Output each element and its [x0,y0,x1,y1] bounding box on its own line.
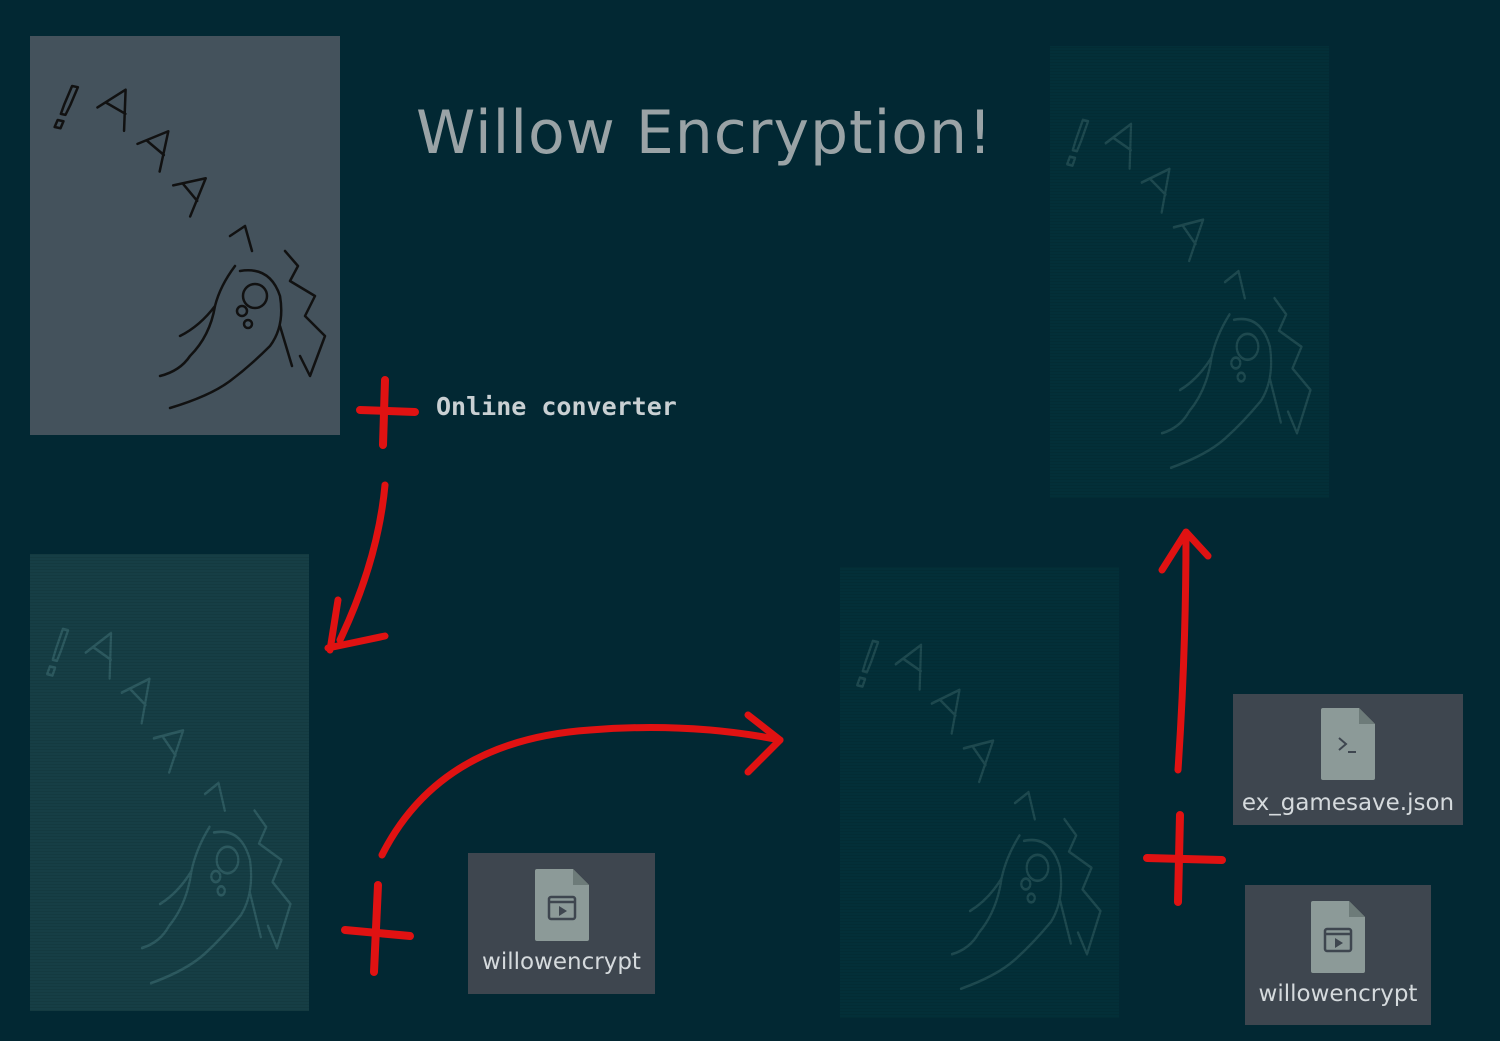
page-title: Willow Encryption! [416,98,994,168]
screaming-creature-drawing [45,70,327,410]
source-image-panel [30,36,340,435]
file-name: ex_gamesave.json [1241,790,1455,816]
converted-image-panel [30,554,309,1011]
arrow-down-to-converted [324,481,389,654]
file-name: willowencrypt [1258,981,1418,1007]
online-converter-label: Online converter [436,392,677,421]
arrow-up-to-game-save [1158,528,1212,774]
willowencrypt-file-1[interactable]: willowencrypt [468,853,655,994]
file-name: willowencrypt [482,949,641,975]
game-save-image-panel [1050,46,1329,498]
ex-gamesave-json-file[interactable]: ex_gamesave.json [1233,694,1463,825]
encrypted-image-panel [840,567,1119,1018]
plus-sign-willowencrypt [341,881,414,976]
executable-file-icon [534,869,589,941]
willowencrypt-file-2[interactable]: willowencrypt [1245,885,1431,1025]
terminal-script-file-icon [1321,708,1375,780]
arrow-to-encrypted [378,711,784,859]
game-save-creature-drawing [1058,104,1312,470]
encrypted-creature-drawing [848,625,1102,991]
executable-file-icon [1311,901,1365,973]
plus-sign-converter [356,376,419,449]
plus-sign-gamesave [1143,811,1226,906]
converted-creature-drawing [38,612,292,985]
